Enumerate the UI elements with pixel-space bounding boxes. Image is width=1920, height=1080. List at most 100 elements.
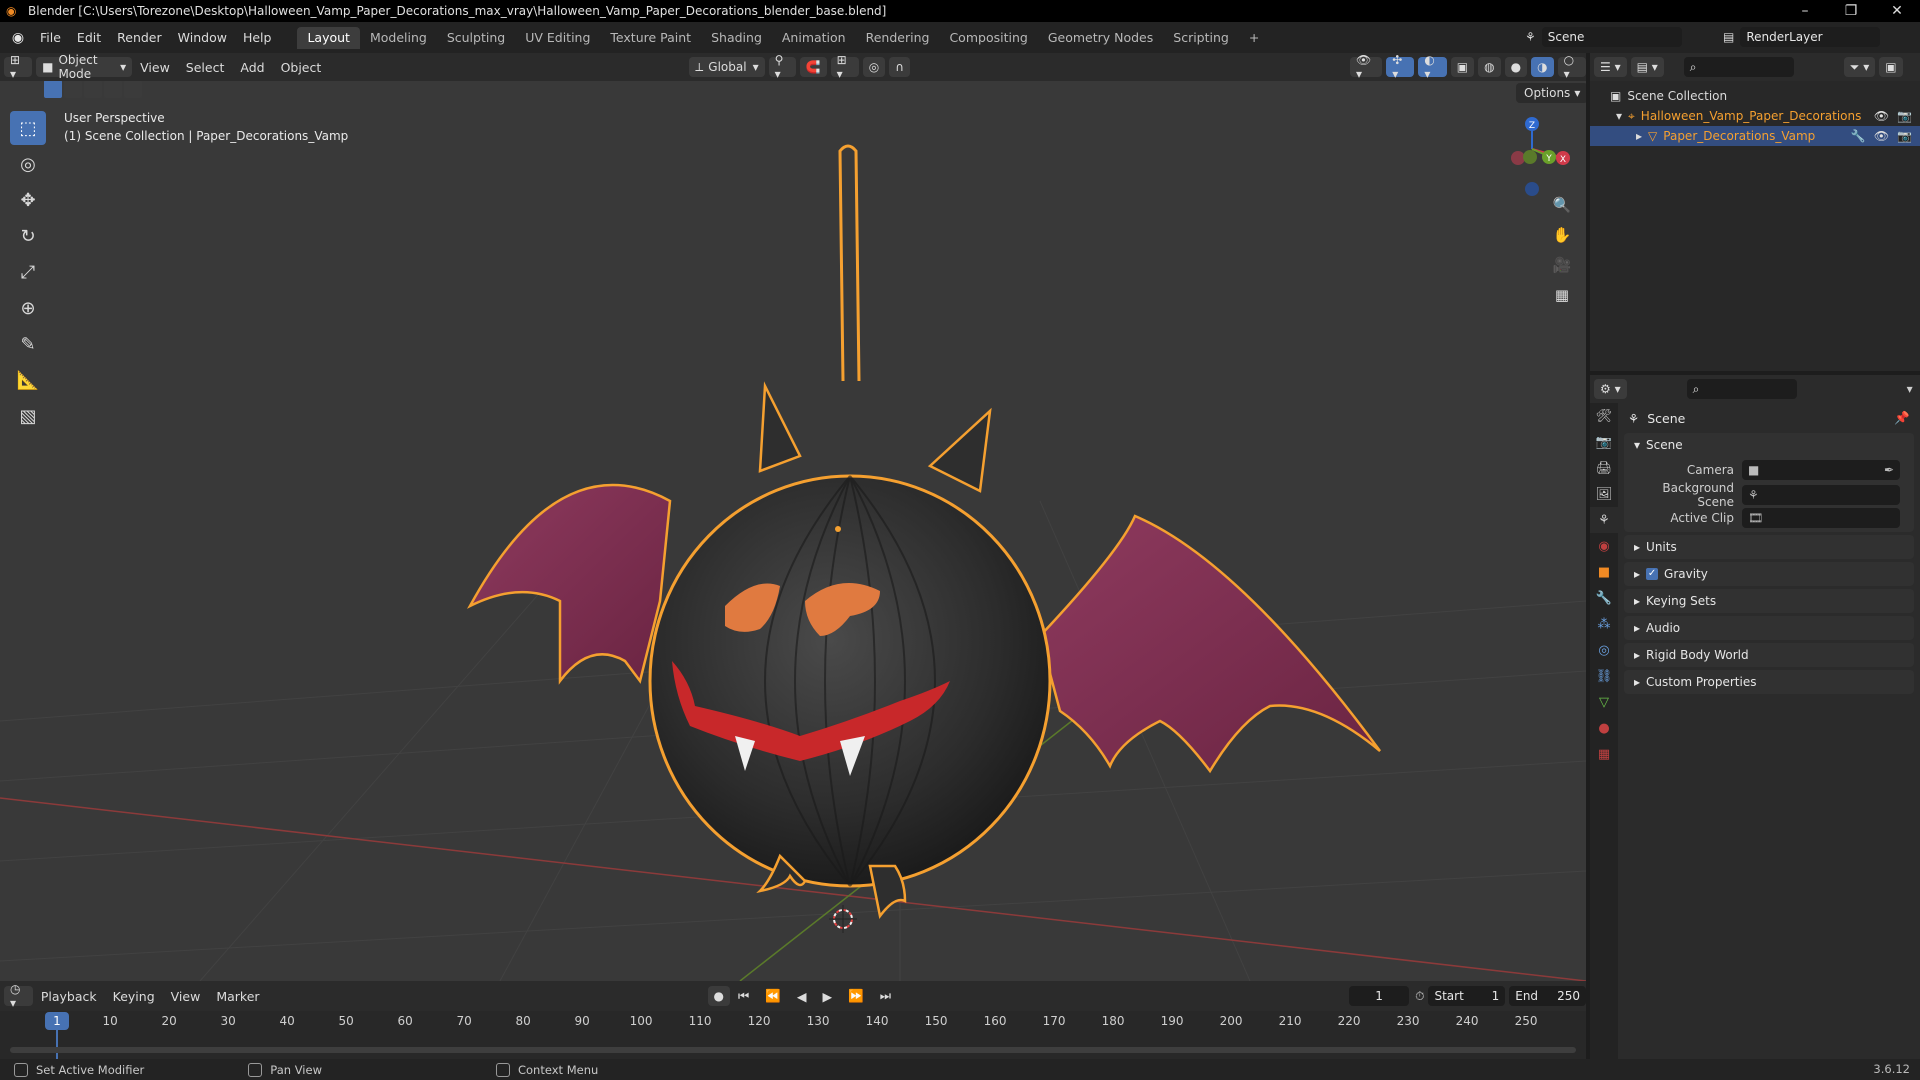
tab-layout[interactable]: Layout — [297, 26, 360, 49]
menu-help[interactable]: Help — [235, 30, 280, 45]
frame-ruler[interactable]: 10 20 30 40 50 60 70 80 90 100 110 120 130 140 150 160 1… — [0, 1011, 1586, 1031]
cursor-tool-icon[interactable]: ◎ — [10, 147, 46, 181]
viewport-menu-select[interactable]: Select — [178, 60, 233, 75]
tab-uv-editing[interactable]: UV Editing — [515, 27, 600, 49]
object-tab-icon[interactable]: ■ — [1590, 559, 1618, 585]
outliner-object-row[interactable]: ▸ ▽ Paper_Decorations_Vamp 🔧 👁 📷 — [1590, 126, 1920, 146]
solid-shading-button[interactable]: ● — [1504, 57, 1528, 77]
zoom-icon[interactable]: 🔍 — [1548, 191, 1576, 219]
play-icon[interactable]: ▶ — [814, 989, 840, 1004]
tab-animation[interactable]: Animation — [772, 27, 856, 49]
visibility-dropdown[interactable]: 👁 ▾ — [1350, 53, 1383, 81]
measure-tool-icon[interactable]: 📐 — [10, 363, 46, 397]
pan-hand-icon[interactable]: ✋ — [1548, 221, 1576, 249]
overlay-toggle[interactable]: ◐ ▾ — [1418, 53, 1447, 81]
rotate-tool-icon[interactable]: ↻ — [10, 219, 46, 253]
rigid-body-world-panel[interactable]: ▸ Rigid Body World — [1624, 643, 1914, 667]
rendered-shading-button[interactable]: ○ ▾ — [1557, 53, 1586, 81]
timeline-menu-view[interactable]: View — [163, 989, 209, 1004]
audio-panel-header[interactable]: ▸ Audio — [1624, 616, 1914, 640]
menu-window[interactable]: Window — [170, 30, 235, 45]
custom-properties-panel-header[interactable]: ▸ Custom Properties — [1624, 670, 1914, 694]
tab-texture-paint[interactable]: Texture Paint — [600, 27, 701, 49]
editor-type-button[interactable]: ⊞ ▾ — [4, 53, 33, 81]
3d-viewport[interactable]: Z X Y ⬚ ◎ ✥ ↻ ⤢ ⊕ ✎ 📐 ▧ User Perspective… — [0, 81, 1586, 981]
units-panel-header[interactable]: ▸ Units — [1624, 535, 1914, 559]
start-frame-field[interactable]: Start 1 — [1428, 986, 1506, 1006]
camera-view-icon[interactable]: 🎥 — [1548, 251, 1576, 279]
units-panel[interactable]: ▸ Units — [1624, 535, 1914, 559]
outliner-editor-type-button[interactable]: ☰ ▾ — [1594, 57, 1627, 77]
move-tool-icon[interactable]: ✥ — [10, 183, 46, 217]
timeline-area[interactable]: 10 20 30 40 50 60 70 80 90 100 110 120 130 140 150 160 1… — [0, 1011, 1586, 1059]
properties-search-input[interactable]: ⌕ — [1686, 379, 1797, 399]
expand-chevron-icon[interactable]: ▸ — [1636, 129, 1642, 143]
next-keyframe-icon[interactable]: ⏩ — [840, 988, 872, 1004]
view-layer-tab-icon[interactable]: 🖼 — [1590, 481, 1618, 507]
prev-keyframe-icon[interactable]: ⏪ — [757, 988, 789, 1004]
eyedropper-icon[interactable]: ✒ — [1884, 463, 1894, 477]
snap-target-button[interactable]: ⊞ ▾ — [830, 53, 859, 81]
timeline-menu-playback[interactable]: Playback — [33, 989, 105, 1004]
menu-file[interactable]: File — [32, 30, 69, 45]
timeline-menu-marker[interactable]: Marker — [208, 989, 267, 1004]
tool-tab-icon[interactable]: 🛠 — [1590, 403, 1618, 429]
restore-icon[interactable]: ❐ — [1828, 0, 1874, 22]
ortho-grid-icon[interactable]: ▦ — [1548, 281, 1576, 309]
timeline-menu-keying[interactable]: Keying — [105, 989, 163, 1004]
xray-toggle[interactable]: ▣ — [1450, 57, 1475, 77]
add-cube-tool-icon[interactable]: ▧ — [10, 399, 46, 433]
audio-panel[interactable]: ▸ Audio — [1624, 616, 1914, 640]
scene-name-field[interactable]: Scene — [1541, 27, 1682, 47]
scene-selector[interactable]: ⚘ Scene — [1525, 26, 1715, 48]
keying-sets-panel[interactable]: ▸ Keying Sets — [1624, 589, 1914, 613]
display-mode-button[interactable]: ▤ ▾ — [1630, 57, 1664, 77]
menu-edit[interactable]: Edit — [69, 30, 109, 45]
outliner[interactable]: ▣ Scene Collection ▾ ⌖ Halloween_Vamp_Pa… — [1590, 81, 1920, 371]
outliner-search-input[interactable]: ⌕ — [1683, 57, 1794, 77]
close-icon[interactable]: ✕ — [1874, 0, 1920, 22]
texture-tab-icon[interactable]: ▦ — [1590, 741, 1618, 767]
outliner-collection-row[interactable]: ▾ ⌖ Halloween_Vamp_Paper_Decorations 👁 📷 — [1590, 106, 1920, 126]
select-box-tool-icon[interactable]: ⬚ — [10, 111, 46, 145]
pivot-point-button[interactable]: ⚲ ▾ — [768, 53, 796, 81]
snap-toggle-button[interactable]: 🧲 — [799, 57, 827, 77]
current-frame-field[interactable]: 1 — [1348, 986, 1410, 1006]
select-extend-icon[interactable] — [64, 81, 82, 98]
custom-properties-panel[interactable]: ▸ Custom Properties — [1624, 670, 1914, 694]
world-tab-icon[interactable]: ◉ — [1590, 533, 1618, 559]
jump-end-icon[interactable]: ⏭ — [872, 988, 899, 1004]
properties-editor-type-button[interactable]: ⚙ ▾ — [1594, 379, 1627, 399]
options-dropdown[interactable]: Options ▾ — [1516, 83, 1586, 103]
scene-tab-icon[interactable]: ⚘ — [1590, 507, 1618, 533]
menu-render[interactable]: Render — [109, 30, 170, 45]
blender-menu-icon[interactable]: ◉ — [4, 28, 32, 48]
scene-panel-header[interactable]: ▾ Scene — [1624, 433, 1914, 457]
render-tab-icon[interactable]: 📷 — [1590, 429, 1618, 455]
playhead-marker[interactable]: 1 — [45, 1012, 69, 1030]
timeline-scrollbar[interactable] — [10, 1047, 1576, 1053]
tab-geometry-nodes[interactable]: Geometry Nodes — [1038, 27, 1163, 49]
keying-sets-panel-header[interactable]: ▸ Keying Sets — [1624, 589, 1914, 613]
viewport-menu-object[interactable]: Object — [273, 60, 330, 75]
transform-tool-icon[interactable]: ⊕ — [10, 291, 46, 325]
falloff-button[interactable]: ∩ — [889, 57, 910, 77]
wireframe-shading-button[interactable]: ◍ — [1478, 57, 1501, 77]
play-reverse-icon[interactable]: ◀ — [789, 989, 815, 1004]
viewport-menu-add[interactable]: Add — [232, 60, 272, 75]
output-tab-icon[interactable]: 🖨 — [1590, 455, 1618, 481]
viewport-menu-view[interactable]: View — [132, 60, 178, 75]
material-tab-icon[interactable]: ● — [1590, 715, 1618, 741]
orientation-dropdown[interactable]: ⟂ Global ▾ — [689, 57, 765, 77]
particles-tab-icon[interactable]: ⁂ — [1590, 611, 1618, 637]
gravity-panel-header[interactable]: ▸ ✓ Gravity — [1624, 562, 1914, 586]
eye-icon[interactable]: 👁 — [1874, 109, 1889, 123]
select-intersect-icon[interactable] — [124, 81, 142, 98]
chevron-down-icon[interactable]: ▾ — [1907, 382, 1913, 396]
tab-shading[interactable]: Shading — [701, 27, 772, 49]
annotate-tool-icon[interactable]: ✎ — [10, 327, 46, 361]
modifier-wrench-icon[interactable]: 🔧 — [1851, 129, 1866, 143]
camera-icon[interactable]: 📷 — [1897, 109, 1912, 123]
modifier-tab-icon[interactable]: 🔧 — [1590, 585, 1618, 611]
gizmo-toggle[interactable]: ✣ ▾ — [1386, 53, 1415, 81]
